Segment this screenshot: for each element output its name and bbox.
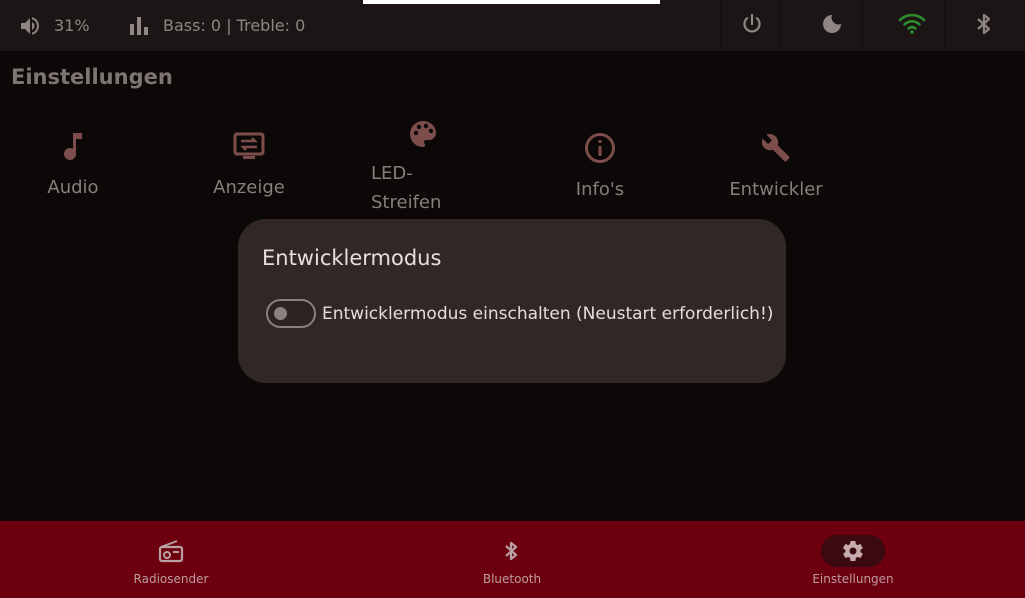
bottom-navigation: Radiosender Bluetooth Einstellungen	[0, 521, 1025, 598]
equalizer-icon	[129, 15, 151, 37]
bass-treble-text: Bass: 0 | Treble: 0	[163, 16, 306, 35]
gear-icon	[821, 535, 885, 567]
toggle-knob	[274, 307, 287, 320]
category-label: LED- Streifen	[371, 163, 442, 213]
wrench-icon	[721, 132, 831, 164]
developer-mode-toggle-label[interactable]: Entwicklermodus einschalten (Neustart er…	[322, 304, 773, 324]
category-infos[interactable]: Info's	[560, 132, 640, 200]
category-entwickler[interactable]: Entwickler	[721, 132, 831, 200]
info-icon	[560, 132, 640, 164]
bluetooth-icon	[480, 535, 544, 567]
bluetooth-icon	[973, 12, 995, 40]
category-label: Anzeige	[213, 177, 285, 198]
developer-mode-toggle[interactable]	[266, 299, 316, 328]
wifi-status[interactable]	[884, 0, 940, 51]
nav-label: Radiosender	[133, 572, 209, 586]
category-label: Info's	[575, 179, 625, 200]
category-anzeige[interactable]: Anzeige	[204, 132, 294, 198]
category-audio[interactable]: Audio	[33, 132, 113, 198]
page-title: Einstellungen	[11, 65, 173, 89]
nav-item-einstellungen[interactable]: Einstellungen	[753, 521, 953, 598]
bluetooth-status[interactable]	[956, 0, 1012, 51]
equalizer-indicator[interactable]: Bass: 0 | Treble: 0	[129, 0, 305, 51]
volume-indicator[interactable]: 31%	[18, 0, 90, 51]
developer-mode-dialog: Entwicklermodus Entwicklermodus einschal…	[238, 219, 786, 383]
nav-label: Einstellungen	[812, 572, 894, 586]
volume-value: 31%	[54, 16, 90, 35]
moon-icon	[820, 12, 844, 40]
radio-icon	[139, 535, 203, 567]
nav-item-radiosender[interactable]: Radiosender	[71, 521, 271, 598]
status-bar: 31% Bass: 0 | Treble: 0	[0, 0, 1025, 51]
nav-item-bluetooth[interactable]: Bluetooth	[412, 521, 612, 598]
night-mode-button[interactable]	[804, 0, 860, 51]
volume-icon	[18, 14, 42, 38]
category-label: Entwickler	[729, 179, 823, 200]
display-settings-icon	[204, 132, 294, 162]
wifi-icon	[898, 13, 926, 39]
category-led-streifen[interactable]: LED- Streifen	[371, 119, 475, 217]
nav-label: Bluetooth	[482, 572, 542, 586]
music-note-icon	[33, 132, 113, 162]
top-edge-strip	[363, 0, 660, 4]
palette-icon	[371, 119, 475, 149]
power-button[interactable]	[724, 0, 780, 51]
dialog-title: Entwicklermodus	[262, 246, 442, 270]
category-label: Audio	[47, 177, 99, 198]
power-icon	[740, 12, 764, 40]
